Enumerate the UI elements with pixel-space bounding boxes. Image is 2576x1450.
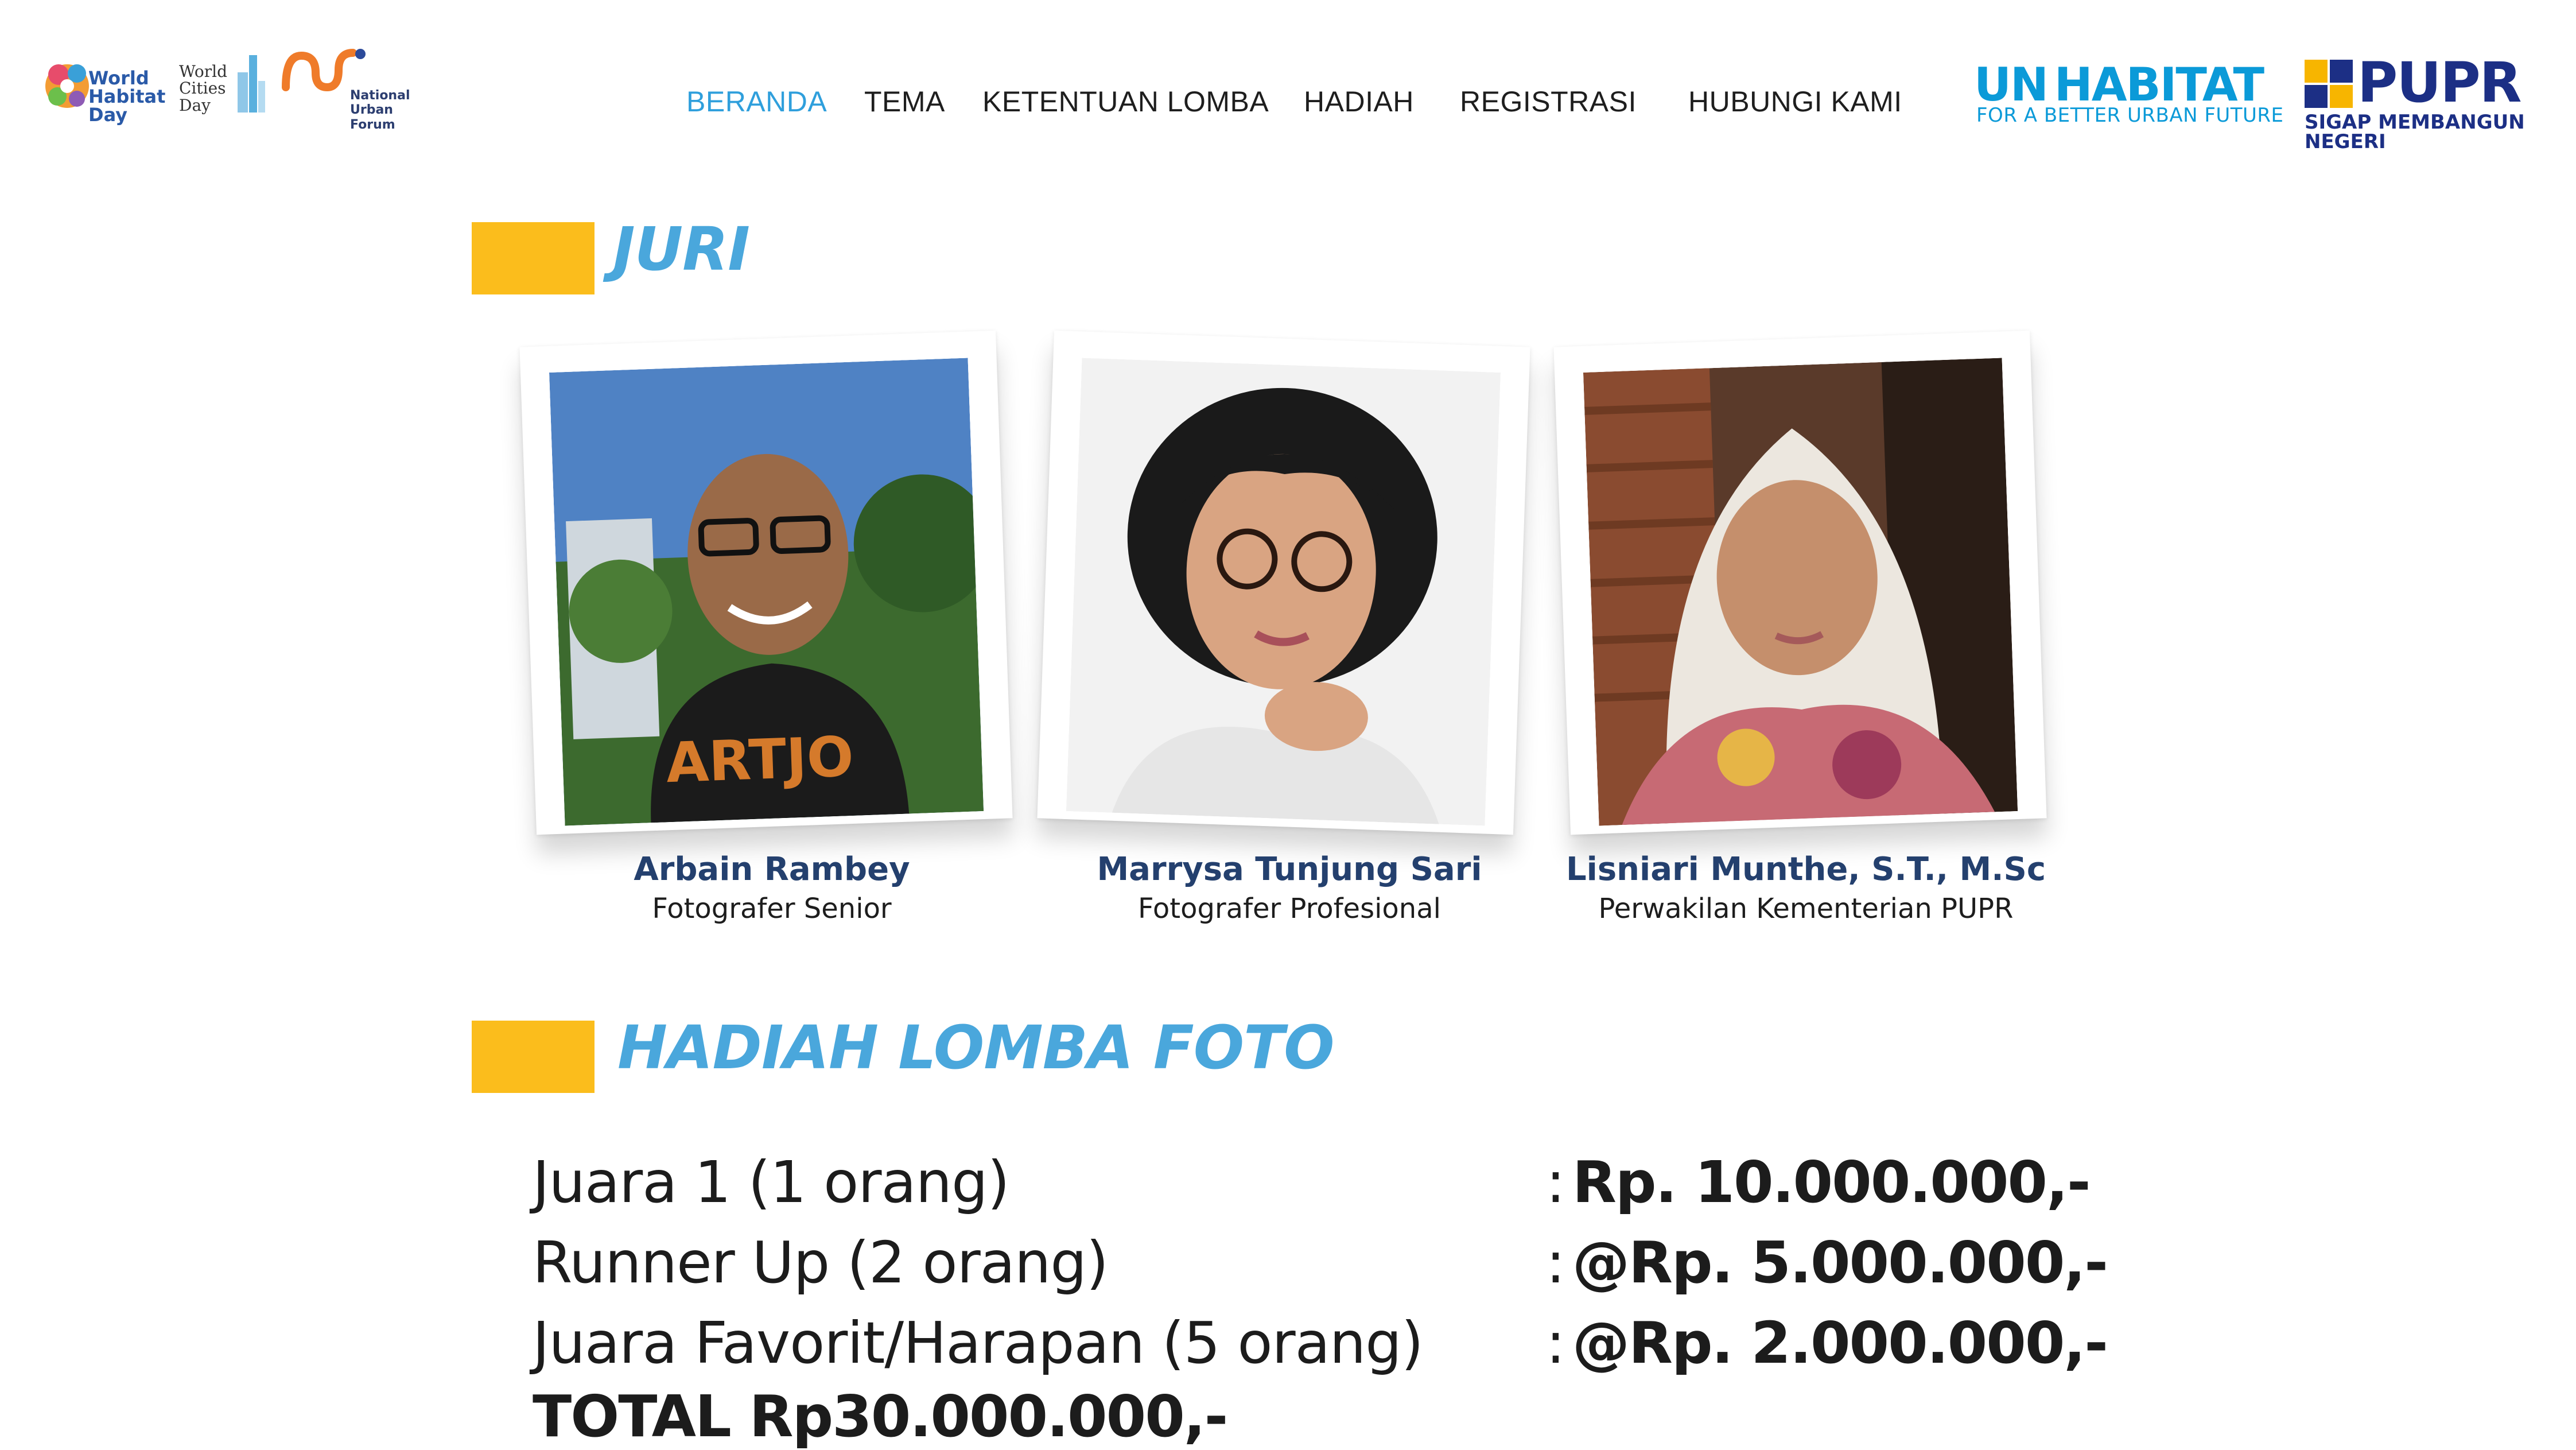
juri-photo-3 bbox=[1583, 358, 2018, 826]
nav-beranda[interactable]: BERANDA bbox=[686, 85, 827, 118]
pupr-tagline: SIGAP MEMBANGUN NEGERI bbox=[2305, 111, 2525, 153]
nav-ketentuan-lomba[interactable]: KETENTUAN LOMBA bbox=[982, 85, 1269, 118]
pupr-logo[interactable]: PUPR SIGAP MEMBANGUN NEGERI bbox=[2302, 51, 2555, 152]
svg-text:ARTJO: ARTJO bbox=[665, 724, 854, 795]
prize-label: Juara Favorit/Harapan (5 orang) bbox=[533, 1309, 1424, 1377]
nav-registrasi[interactable]: REGISTRASI bbox=[1460, 85, 1637, 118]
juri-section-title: JURI bbox=[613, 214, 750, 284]
juri-role-1: Fotografer Senior bbox=[652, 893, 892, 925]
prize-label: Runner Up (2 orang) bbox=[533, 1229, 1109, 1296]
polaroid-frame bbox=[1037, 330, 1530, 835]
prize-separator: : bbox=[1546, 1149, 1565, 1216]
national-urban-forum-logo[interactable]: National Urban Forum bbox=[281, 47, 413, 133]
nav-hubungi-kami[interactable]: HUBUNGI KAMI bbox=[1688, 85, 1902, 118]
juri-section-marker bbox=[472, 222, 595, 294]
un-habitat-wordmark: UN HABITAT bbox=[1974, 58, 2264, 111]
un-habitat-tagline: FOR A BETTER URBAN FUTURE bbox=[1976, 104, 2284, 127]
prize-value: @Rp. 5.000.000,- bbox=[1572, 1229, 2108, 1296]
juri-card-2: Marrysa Tunjung Sari Fotografer Profesio… bbox=[1023, 330, 1556, 953]
national-urban-forum-text: National Urban Forum bbox=[350, 88, 410, 132]
prize-separator: : bbox=[1546, 1309, 1565, 1377]
juri-photo-2 bbox=[1066, 358, 1501, 826]
world-habitat-day-logo[interactable]: World Habitat Day bbox=[41, 47, 166, 133]
pupr-emblem-icon bbox=[2305, 60, 2353, 108]
juri-name-3: Lisniari Munthe, S.T., M.Sc bbox=[1565, 851, 2046, 888]
city-tower-icon bbox=[238, 55, 265, 113]
prize-total: TOTAL Rp30.000.000,- bbox=[533, 1383, 1228, 1450]
juri-photo-1: ARTJO bbox=[549, 358, 984, 826]
nav-tema[interactable]: TEMA bbox=[864, 85, 945, 118]
nav-hadiah[interactable]: HADIAH bbox=[1304, 85, 1414, 118]
juri-card-3: Lisniari Munthe, S.T., M.Sc Perwakilan K… bbox=[1539, 330, 2073, 953]
juri-name-1: Arbain Rambey bbox=[634, 851, 910, 888]
world-habitat-day-text: World Habitat Day bbox=[88, 67, 166, 126]
polaroid-frame: ARTJO bbox=[519, 330, 1013, 835]
juri-name-2: Marrysa Tunjung Sari bbox=[1097, 851, 1482, 888]
un-habitat-logo[interactable]: UN HABITAT FOR A BETTER URBAN FUTURE bbox=[1974, 62, 2284, 131]
prize-value: @Rp. 2.000.000,- bbox=[1572, 1309, 2108, 1377]
site-header: World Habitat Day World Cities Day Natio… bbox=[0, 0, 2576, 161]
world-cities-day-text: World Cities Day bbox=[179, 62, 227, 115]
juri-card-1: ARTJO Arbain Rambey Fotografer Senior bbox=[505, 330, 1039, 953]
prize-separator: : bbox=[1546, 1229, 1565, 1296]
prize-label: Juara 1 (1 orang) bbox=[533, 1149, 1010, 1216]
world-cities-day-logo[interactable]: World Cities Day bbox=[179, 49, 277, 130]
pupr-wordmark: PUPR bbox=[2357, 51, 2522, 115]
juri-role-2: Fotografer Profesional bbox=[1138, 893, 1441, 925]
hadiah-section-title: HADIAH LOMBA FOTO bbox=[617, 1013, 1335, 1083]
juri-role-3: Perwakilan Kementerian PUPR bbox=[1598, 893, 2014, 925]
nuf-wave-icon bbox=[282, 49, 366, 92]
polaroid-frame bbox=[1553, 330, 2047, 835]
prize-value: Rp. 10.000.000,- bbox=[1572, 1149, 2091, 1216]
hadiah-section-marker bbox=[472, 1021, 595, 1093]
